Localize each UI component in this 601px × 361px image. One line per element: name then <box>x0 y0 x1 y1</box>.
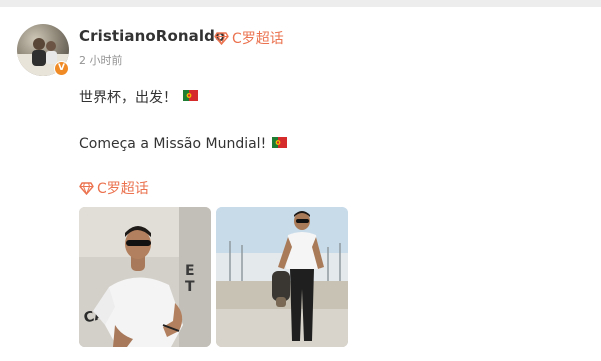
post-text-chinese: 世界杯，出发！ <box>79 90 177 106</box>
diamond-icon <box>79 181 94 195</box>
author-name[interactable]: CristianoRonaldo <box>79 27 225 45</box>
super-topic-link[interactable]: C罗超话 <box>79 178 149 198</box>
weibo-post-card: V CristianoRonaldo C罗超话 2 小时前 世界杯，出发！ Co… <box>0 7 601 361</box>
photo-ronaldo-sunglasses-wall[interactable]: E T CASA <box>79 207 211 347</box>
post-text-line-2: Começa a Missão Mundial! <box>79 136 288 152</box>
diamond-icon <box>214 31 229 45</box>
super-topic-label: C罗超话 <box>232 31 284 47</box>
portugal-flag-icon <box>272 136 288 152</box>
super-topic-badge[interactable]: C罗超话 <box>214 28 284 48</box>
post-text-line-1: 世界杯，出发！ <box>79 87 198 107</box>
post-timestamp[interactable]: 2 小时前 <box>79 52 123 68</box>
portugal-flag-icon <box>183 89 198 105</box>
photo-ronaldo-walking[interactable] <box>216 207 348 347</box>
post-text-portuguese: Começa a Missão Mundial! <box>79 136 267 152</box>
svg-text:T: T <box>185 279 195 295</box>
post-action-bar-edge <box>0 353 601 361</box>
super-topic-link-label: C罗超话 <box>97 181 149 197</box>
verified-badge-icon: V <box>54 61 69 76</box>
svg-text:E: E <box>185 263 195 279</box>
